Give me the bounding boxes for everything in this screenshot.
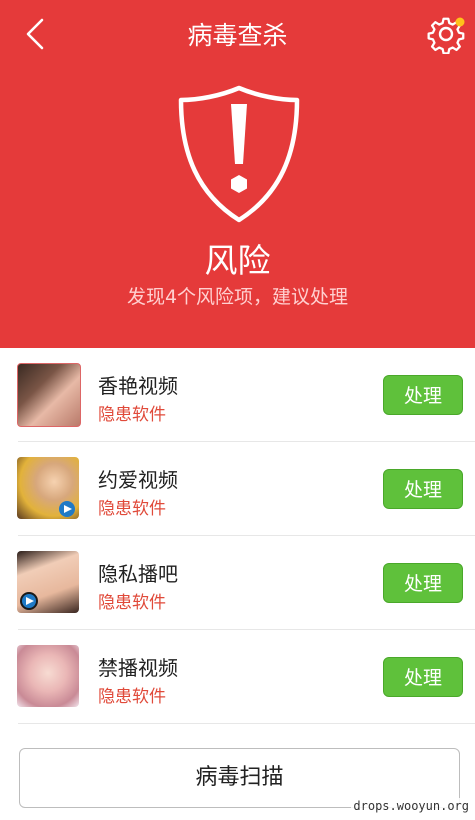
app-thumbnail xyxy=(17,457,79,519)
video-play-icon xyxy=(59,501,75,517)
video-play-icon xyxy=(20,592,38,610)
exclamation-bar xyxy=(231,104,247,164)
handle-button[interactable]: 处理 xyxy=(383,375,463,415)
settings-gear-icon[interactable] xyxy=(426,14,466,54)
app-thumbnail xyxy=(17,363,81,427)
app-thumbnail xyxy=(17,645,79,707)
exclamation-dot xyxy=(231,175,247,193)
app-name: 香艳视频 xyxy=(98,374,178,398)
handle-button[interactable]: 处理 xyxy=(383,469,463,509)
page-title: 病毒查杀 xyxy=(187,21,288,50)
risk-app-list: 香艳视频 隐患软件 处理 约爱视频 隐患软件 处理 隐私播吧 隐患软件 处理 禁… xyxy=(0,348,475,724)
risk-tag: 隐患软件 xyxy=(98,499,166,519)
watermark-text: drops.wooyun.org xyxy=(351,798,471,814)
risk-summary: 发现4个风险项，建议处理 xyxy=(126,286,349,308)
warning-shield-icon xyxy=(178,85,300,223)
risk-level: 风险 xyxy=(204,241,271,280)
risk-tag: 隐患软件 xyxy=(98,405,166,425)
row-divider xyxy=(18,723,475,724)
list-item: 香艳视频 隐患软件 处理 xyxy=(0,348,475,442)
risk-tag: 隐患软件 xyxy=(98,687,166,707)
list-item: 隐私播吧 隐患软件 处理 xyxy=(0,536,475,630)
list-item: 禁播视频 隐患软件 处理 xyxy=(0,630,475,724)
app-name: 约爱视频 xyxy=(98,468,178,492)
app-name: 隐私播吧 xyxy=(98,562,178,586)
risk-tag: 隐患软件 xyxy=(98,593,166,613)
handle-button[interactable]: 处理 xyxy=(383,657,463,697)
app-thumbnail xyxy=(17,551,79,613)
notification-dot xyxy=(455,17,465,27)
handle-button[interactable]: 处理 xyxy=(383,563,463,603)
list-item: 约爱视频 隐患软件 处理 xyxy=(0,442,475,536)
app-name: 禁播视频 xyxy=(98,656,178,680)
risk-header: 病毒查杀 风险 发现4个风险项，建议处理 xyxy=(0,0,475,348)
